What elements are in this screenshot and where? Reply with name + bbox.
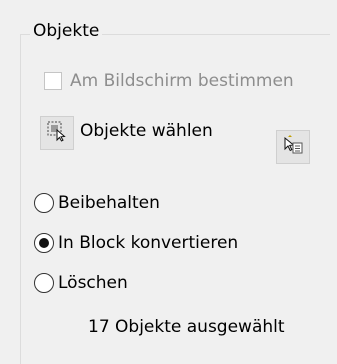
radio-convert-row[interactable]: In Block konvertieren: [34, 232, 238, 254]
select-objects-icon: [46, 120, 68, 146]
group-title: Objekte: [30, 20, 103, 42]
select-objects-button[interactable]: [40, 116, 74, 150]
quick-select-button[interactable]: [276, 130, 310, 164]
radio-delete-row[interactable]: Löschen: [34, 272, 128, 294]
radio-convert-label: In Block konvertieren: [58, 233, 239, 253]
radio-keep-label: Beibehalten: [58, 193, 160, 213]
radio-delete-label: Löschen: [58, 273, 128, 293]
select-objects-label: Objekte wählen: [80, 121, 213, 141]
checkbox-screen-row[interactable]: Am Bildschirm bestimmen: [44, 70, 294, 92]
radio-convert[interactable]: [34, 233, 54, 253]
quick-select-icon: [282, 134, 304, 160]
radio-selected-dot: [39, 238, 49, 248]
radio-keep[interactable]: [34, 193, 54, 213]
screen-select-checkbox[interactable]: [44, 72, 62, 90]
checkbox-screen-label: Am Bildschirm bestimmen: [70, 71, 294, 91]
selection-status: 17 Objekte ausgewählt: [88, 317, 285, 337]
radio-keep-row[interactable]: Beibehalten: [34, 192, 160, 214]
radio-delete[interactable]: [34, 273, 54, 293]
